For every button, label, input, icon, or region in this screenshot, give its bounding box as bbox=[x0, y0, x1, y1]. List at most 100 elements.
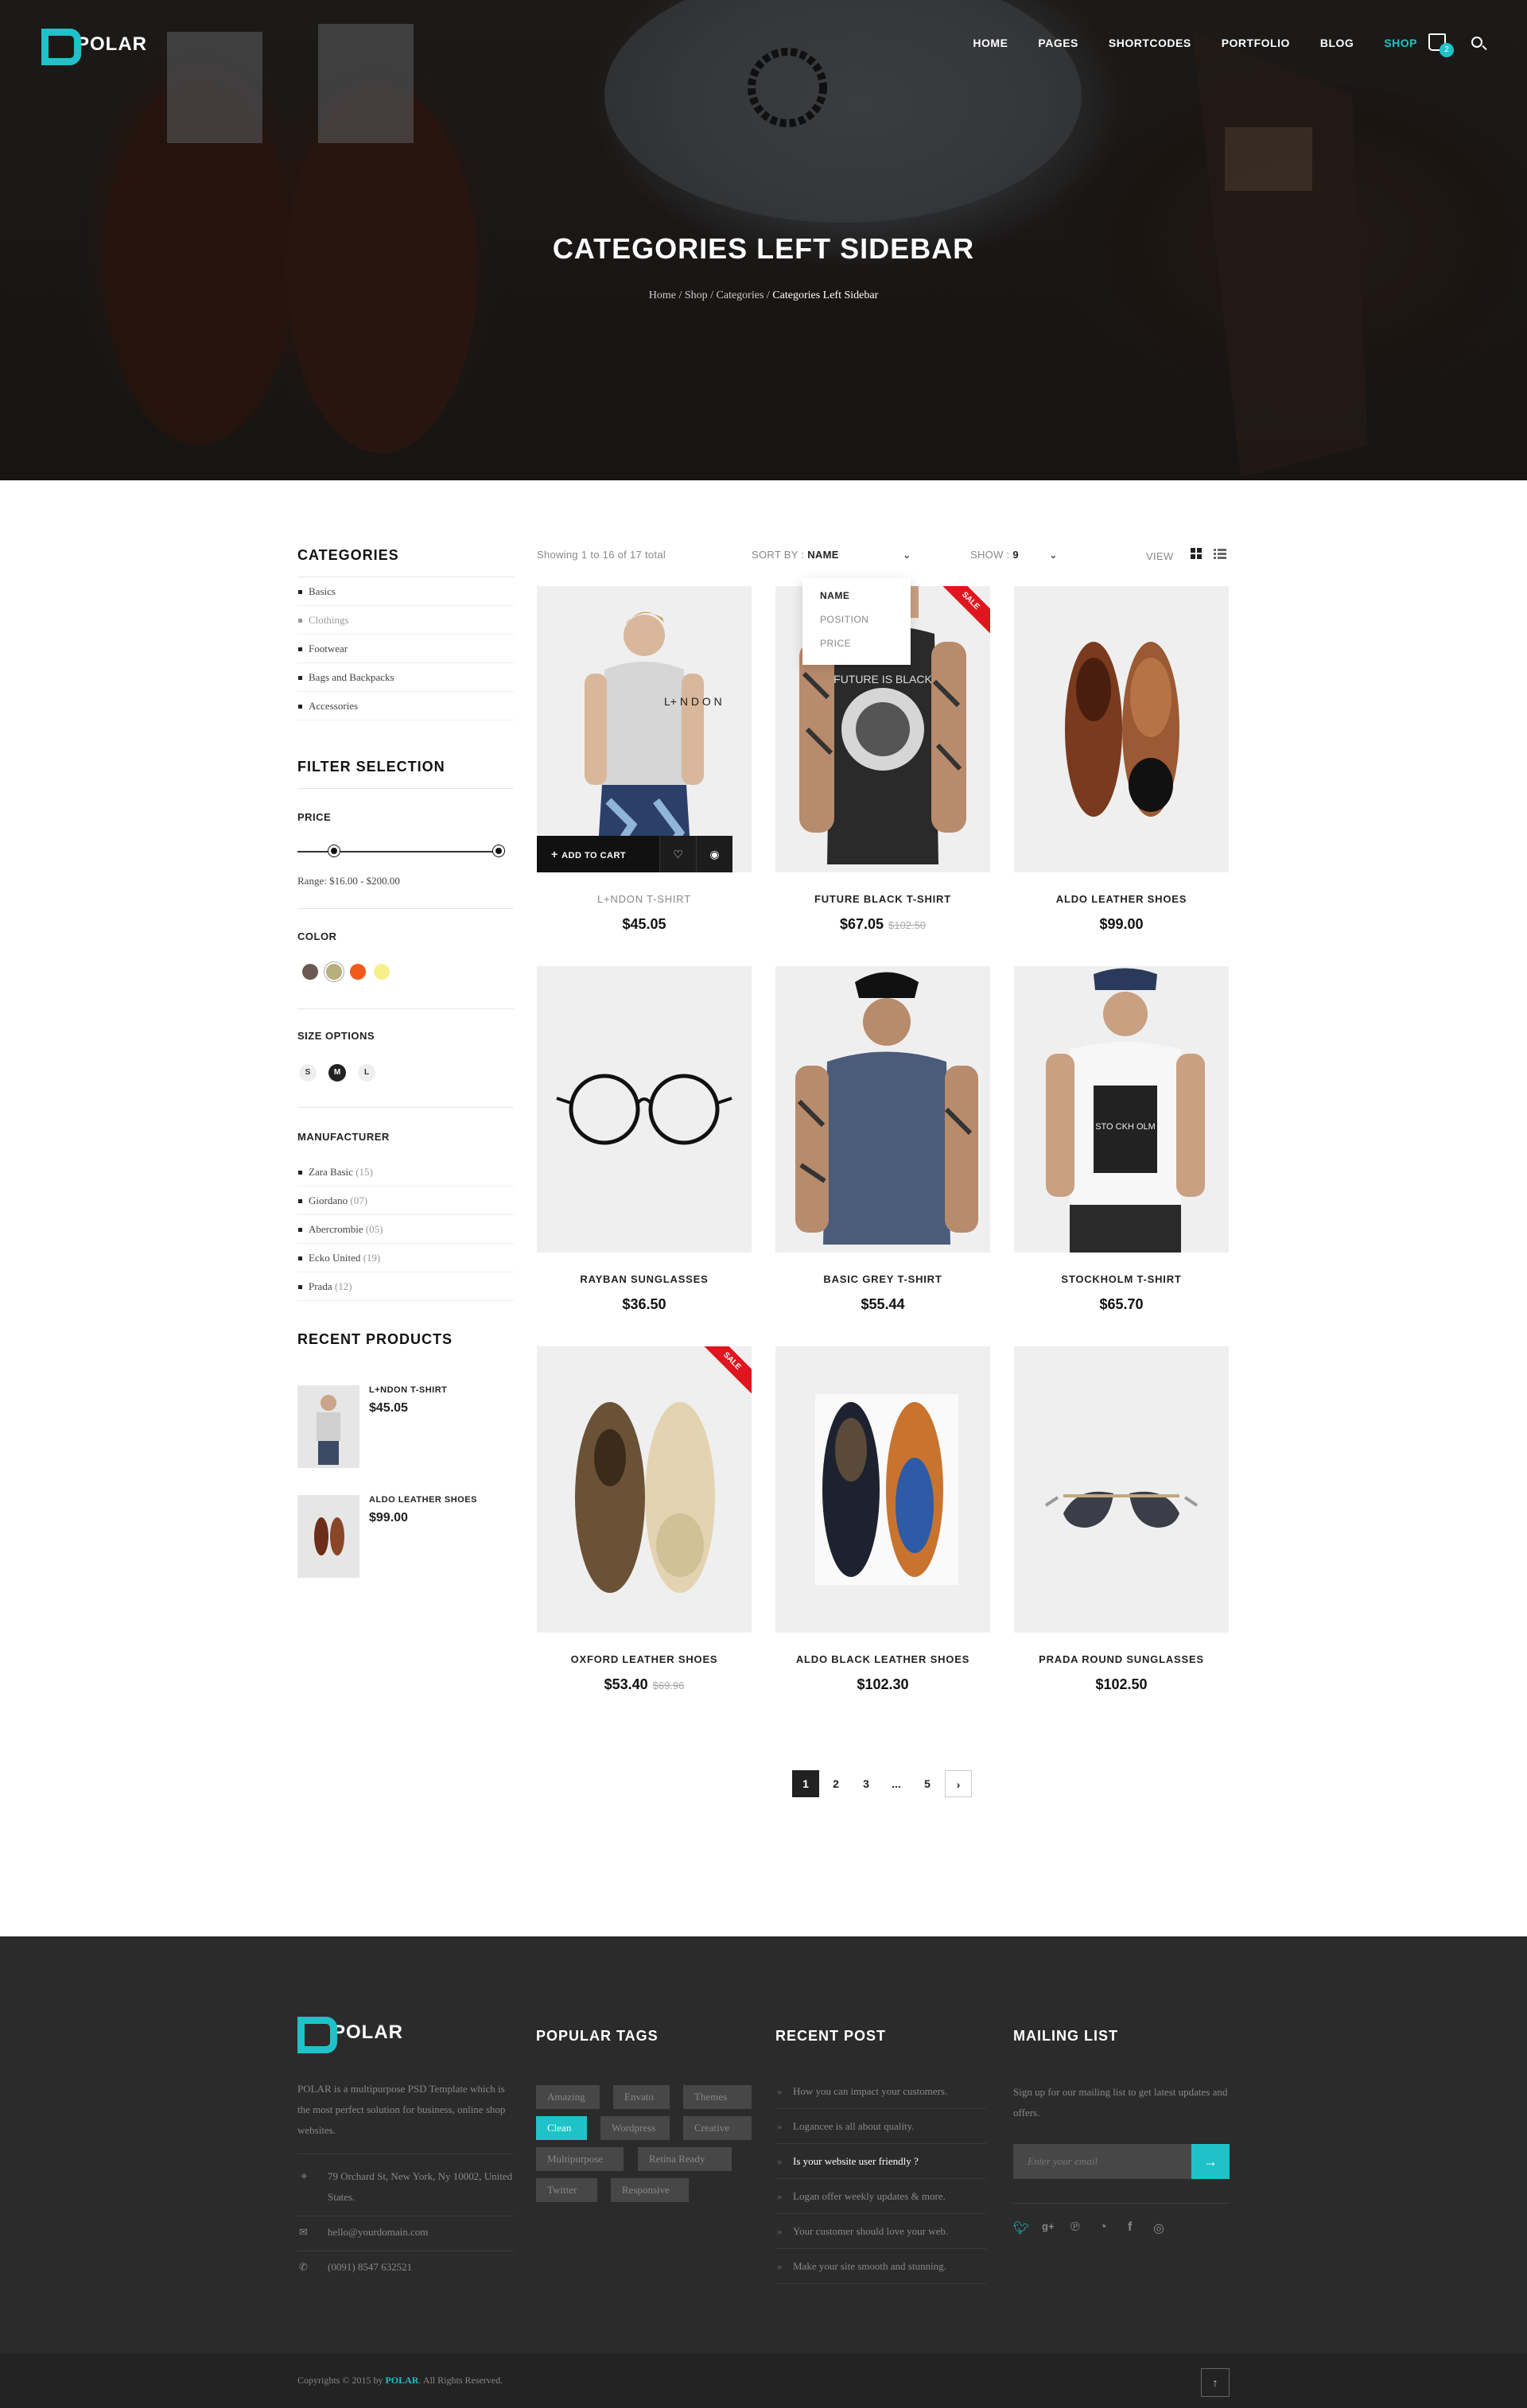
color-swatch[interactable] bbox=[374, 964, 390, 980]
tag-retina-ready[interactable]: Retina Ready bbox=[638, 2147, 732, 2171]
product-name[interactable]: FUTURE BLACK T-SHIRT bbox=[775, 893, 990, 905]
product-name[interactable]: L+NDON T-SHIRT bbox=[537, 893, 752, 905]
breadcrumb-item[interactable]: Categories bbox=[717, 289, 764, 301]
product-card[interactable]: PRADA ROUND SUNGLASSES $102.50 bbox=[1014, 1346, 1229, 1693]
sort-select[interactable]: SORT BY : NAME ⌄ bbox=[752, 549, 911, 561]
product-image[interactable] bbox=[537, 966, 752, 1253]
product-card[interactable]: SALE OXFORD LEATHER SHOES $53.40 $69.96 bbox=[537, 1346, 752, 1693]
tag-amazing[interactable]: Amazing bbox=[536, 2085, 600, 2109]
breadcrumb-item[interactable]: Home bbox=[649, 289, 676, 301]
price-max-handle[interactable] bbox=[493, 845, 504, 856]
manufacturer-item[interactable]: Giordano (07) bbox=[297, 1187, 514, 1215]
product-image[interactable] bbox=[775, 966, 990, 1253]
nav-item-blog[interactable]: BLOG bbox=[1320, 37, 1354, 49]
footer-logo[interactable]: POLAR bbox=[297, 2017, 403, 2053]
recent-post-link[interactable]: Make your site smooth and stunning. bbox=[775, 2249, 986, 2284]
recent-post-link[interactable]: Is your website user friendly ? bbox=[775, 2144, 986, 2179]
product-name[interactable]: OXFORD LEATHER SHOES bbox=[537, 1653, 752, 1665]
product-name[interactable]: STOCKHOLM T-SHIRT bbox=[1014, 1273, 1229, 1285]
list-view-icon[interactable] bbox=[1214, 548, 1226, 559]
recent-post-link[interactable]: Logancee is all about quality. bbox=[775, 2109, 986, 2144]
color-swatch[interactable] bbox=[302, 964, 318, 980]
recent-product-name[interactable]: ALDO LEATHER SHOES bbox=[369, 1495, 477, 1505]
tag-envato[interactable]: Envato bbox=[613, 2085, 670, 2109]
recent-product-name[interactable]: L+NDON T-SHIRT bbox=[369, 1385, 447, 1395]
copyright-brand[interactable]: POLAR bbox=[385, 2375, 418, 2386]
color-swatch[interactable] bbox=[326, 964, 342, 980]
tag-clean[interactable]: Clean bbox=[536, 2116, 587, 2140]
subscribe-button[interactable]: → bbox=[1191, 2144, 1230, 2179]
product-card[interactable]: ALDO LEATHER SHOES $99.00 bbox=[1014, 586, 1229, 933]
nav-item-pages[interactable]: PAGES bbox=[1038, 37, 1078, 49]
search-icon[interactable] bbox=[1471, 37, 1482, 48]
product-name[interactable]: BASIC GREY T-SHIRT bbox=[775, 1273, 990, 1285]
page-5-button[interactable]: 5 bbox=[914, 1770, 941, 1797]
nav-item-home[interactable]: HOME bbox=[973, 37, 1008, 49]
category-item[interactable]: Footwear bbox=[297, 635, 514, 663]
tag-themes[interactable]: Themes bbox=[683, 2085, 752, 2109]
newsletter-email-input[interactable] bbox=[1013, 2144, 1191, 2179]
wishlist-heart-icon[interactable]: ♡ bbox=[659, 836, 696, 872]
rss-icon[interactable]: ◔ bbox=[1099, 2220, 1107, 2235]
product-image[interactable] bbox=[1014, 586, 1229, 872]
size-option[interactable]: M bbox=[328, 1064, 346, 1082]
recent-product-thumb[interactable] bbox=[297, 1495, 359, 1578]
product-name[interactable]: PRADA ROUND SUNGLASSES bbox=[1014, 1653, 1229, 1665]
show-select[interactable]: SHOW : 9 ⌄ bbox=[970, 549, 1058, 561]
add-to-cart-button[interactable]: + ADD TO CART bbox=[537, 836, 659, 872]
product-name[interactable]: ALDO LEATHER SHOES bbox=[1014, 893, 1229, 905]
sort-option[interactable]: NAME bbox=[820, 589, 893, 613]
recent-post-link[interactable]: Your customer should love your web. bbox=[775, 2214, 986, 2249]
price-min-handle[interactable] bbox=[328, 845, 340, 856]
twitter-icon[interactable]: 🐦︎ bbox=[1013, 2220, 1029, 2236]
google-plus-icon[interactable]: g+ bbox=[1042, 2220, 1055, 2232]
category-item[interactable]: Bags and Backpacks bbox=[297, 663, 514, 692]
product-card[interactable]: STO CKH OLM STOCKHOLM T-SHIRT $65.70 bbox=[1014, 966, 1229, 1313]
cart-icon[interactable]: 2 bbox=[1428, 33, 1454, 57]
manufacturer-item[interactable]: Abercrombie (05) bbox=[297, 1215, 514, 1244]
footer-email[interactable]: hello@yourdomain.com bbox=[328, 2222, 428, 2243]
pinterest-icon[interactable]: ℗ bbox=[1070, 2220, 1080, 2235]
recent-post-link[interactable]: Logan offer weekly updates & more. bbox=[775, 2179, 986, 2214]
manufacturer-item[interactable]: Zara Basic (15) bbox=[297, 1158, 514, 1187]
manufacturer-item[interactable]: Prada (12) bbox=[297, 1272, 514, 1301]
category-item[interactable]: Clothings bbox=[297, 606, 514, 635]
quick-view-eye-icon[interactable]: ◉ bbox=[696, 836, 732, 872]
sort-option[interactable]: POSITION bbox=[820, 613, 893, 637]
manufacturer-item[interactable]: Ecko United (19) bbox=[297, 1244, 514, 1272]
product-name[interactable]: RAYBAN SUNGLASSES bbox=[537, 1273, 752, 1285]
product-image[interactable] bbox=[775, 1346, 990, 1633]
product-card[interactable]: RAYBAN SUNGLASSES $36.50 bbox=[537, 966, 752, 1313]
category-item[interactable]: Accessories bbox=[297, 692, 514, 720]
tag-responsive[interactable]: Responsive bbox=[611, 2178, 689, 2202]
size-option[interactable]: L bbox=[358, 1064, 375, 1082]
nav-item-shortcodes[interactable]: SHORTCODES bbox=[1109, 37, 1191, 49]
size-option[interactable]: S bbox=[299, 1064, 317, 1082]
category-item[interactable]: Basics bbox=[297, 577, 514, 606]
back-to-top-button[interactable]: ↑ bbox=[1201, 2368, 1230, 2397]
product-image[interactable]: SALE bbox=[537, 1346, 752, 1633]
page-3-button[interactable]: 3 bbox=[853, 1770, 880, 1797]
grid-view-icon[interactable] bbox=[1191, 548, 1202, 559]
recent-product-thumb[interactable] bbox=[297, 1385, 359, 1468]
tag-multipurpose[interactable]: Multipurpose bbox=[536, 2147, 624, 2171]
product-image[interactable] bbox=[1014, 1346, 1229, 1633]
product-image[interactable]: L+ N D O N + ADD TO CART ♡ ◉ bbox=[537, 586, 752, 872]
nav-item-portfolio[interactable]: PORTFOLIO bbox=[1222, 37, 1290, 49]
sort-option[interactable]: PRICE bbox=[820, 637, 893, 661]
recent-post-link[interactable]: How you can impact your customers. bbox=[775, 2074, 986, 2109]
logo[interactable]: POLAR bbox=[41, 29, 147, 65]
breadcrumb-item[interactable]: Shop bbox=[685, 289, 708, 301]
page-2-button[interactable]: 2 bbox=[822, 1770, 849, 1797]
product-card[interactable]: L+ N D O N + ADD TO CART ♡ ◉ L+NDON T-SHIRT $… bbox=[537, 586, 752, 933]
page-1-button[interactable]: 1 bbox=[792, 1770, 819, 1797]
nav-item-shop[interactable]: SHOP bbox=[1384, 37, 1417, 49]
product-image[interactable]: STO CKH OLM bbox=[1014, 966, 1229, 1253]
product-name[interactable]: ALDO BLACK LEATHER SHOES bbox=[775, 1653, 990, 1665]
tag-creative[interactable]: Creative bbox=[683, 2116, 752, 2140]
product-card[interactable]: ALDO BLACK LEATHER SHOES $102.30 bbox=[775, 1346, 990, 1693]
next-page-button[interactable]: › bbox=[945, 1770, 972, 1797]
tag-twitter[interactable]: Twitter bbox=[536, 2178, 597, 2202]
dribbble-icon[interactable]: ◎ bbox=[1153, 2220, 1164, 2236]
product-card[interactable]: BASIC GREY T-SHIRT $55.44 bbox=[775, 966, 990, 1313]
